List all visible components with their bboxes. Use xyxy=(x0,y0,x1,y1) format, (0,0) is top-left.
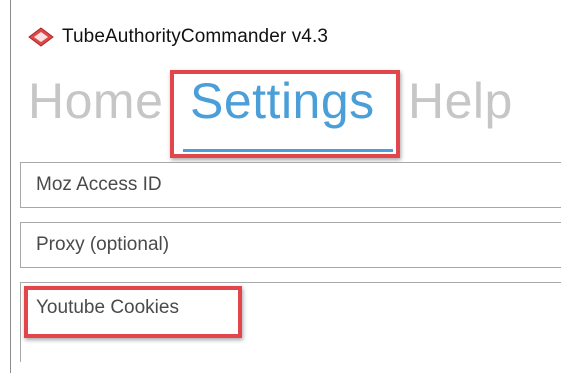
tab-help[interactable]: Help xyxy=(408,76,513,126)
proxy-placeholder: Proxy (optional) xyxy=(36,234,170,255)
tab-home[interactable]: Home xyxy=(28,76,163,126)
proxy-field[interactable]: Proxy (optional) xyxy=(20,222,561,268)
youtube-cookies-highlight xyxy=(24,286,242,338)
app-title: TubeAuthorityCommander v4.3 xyxy=(62,26,329,47)
moz-access-id-placeholder: Moz Access ID xyxy=(36,174,162,195)
title-bar: TubeAuthorityCommander v4.3 xyxy=(28,22,328,52)
app-icon xyxy=(28,27,54,47)
window-left-border xyxy=(10,0,11,373)
moz-access-id-field[interactable]: Moz Access ID xyxy=(20,162,561,208)
settings-tab-highlight xyxy=(170,70,400,158)
